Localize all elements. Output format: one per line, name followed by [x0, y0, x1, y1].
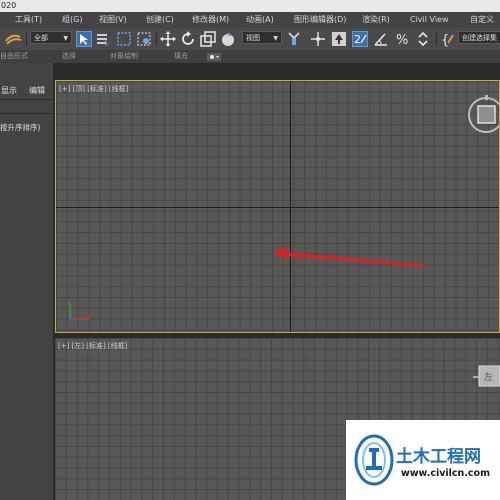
viewcube-left-icon[interactable]: 左 — [473, 364, 500, 390]
menu-modifiers[interactable]: 修改器(M) — [192, 12, 229, 28]
axis-tripod-icon: yx — [67, 300, 91, 321]
named-selection-set-value: 创建选择集 — [462, 34, 497, 42]
menu-bar: 工具(T) 组(G) 视图(V) 创建(C) 修改器(M) 动画(A) 图形编辑… — [0, 12, 500, 28]
select-object-icon[interactable] — [76, 31, 92, 47]
viewport-top[interactable]: [+] [顶] [标准] [线框] yx — [55, 80, 500, 333]
viewcube-left-label: 左 — [484, 371, 493, 383]
spinner-snap-icon[interactable] — [415, 31, 431, 47]
selection-filter-value: 全部 — [34, 34, 48, 42]
menu-civil-view[interactable]: Civil View — [410, 12, 449, 28]
window-crossing-icon[interactable] — [136, 31, 152, 47]
link-icon[interactable] — [4, 31, 24, 47]
panel-divider — [0, 113, 53, 114]
sort-column-header[interactable]: 按升序排序) — [0, 122, 40, 133]
ribbon-tab-selection[interactable]: 选择 — [62, 50, 76, 63]
title-bar: 020 — [0, 0, 500, 12]
angle-snap-icon[interactable] — [373, 31, 389, 47]
ribbon-toggle-icon[interactable] — [207, 53, 221, 61]
ribbon-tab-freeform[interactable]: 自由形式 — [0, 50, 28, 63]
grid-axis-vertical — [290, 81, 291, 332]
watermark: 土木工程网 www.civilcn.com — [346, 420, 500, 500]
watermark-url: www.civilcn.com — [401, 468, 490, 479]
snaps-toggle-icon[interactable]: 2 — [352, 31, 368, 47]
reference-coordinate-value: 视图 — [246, 34, 260, 42]
menu-tools[interactable]: 工具(T) — [15, 12, 42, 28]
select-manipulate-icon[interactable] — [310, 31, 326, 47]
annotation-arrow — [273, 246, 427, 267]
viewport-label-top[interactable]: [+] [顶] [标准] [线框] — [59, 84, 128, 94]
chevron-down-icon: ▼ — [273, 35, 278, 42]
keyboard-shortcut-override-icon[interactable] — [331, 31, 347, 47]
panel-divider — [0, 99, 53, 100]
window-title: 020 — [1, 1, 17, 10]
menu-animation[interactable]: 动画(A) — [246, 12, 274, 28]
edit-named-selection-icon[interactable]: { — [440, 31, 456, 47]
selection-filter-dropdown[interactable]: 全部 ▼ — [30, 31, 72, 44]
move-icon[interactable] — [160, 31, 176, 47]
scale-icon[interactable] — [200, 31, 216, 47]
named-selection-set-dropdown[interactable]: 创建选择集 — [458, 31, 500, 44]
grid-axis-horizontal — [56, 207, 499, 208]
percent-snap-icon[interactable]: % — [395, 31, 411, 47]
viewport-label-left[interactable]: [+] [左] [标准] [线框] — [58, 341, 127, 351]
viewcube-icon[interactable] — [466, 93, 500, 133]
svg-text:%: % — [396, 33, 408, 47]
select-by-name-icon[interactable] — [95, 31, 111, 47]
tab-edit[interactable]: 编辑 — [29, 85, 45, 96]
main-toolbar: 全部 ▼ 视图 ▼ 2 % {创建选择集 — [0, 28, 500, 50]
reference-coordinate-dropdown[interactable]: 视图 ▼ — [242, 31, 282, 44]
pivot-point-icon[interactable] — [286, 31, 302, 47]
menu-views[interactable]: 视图(V) — [99, 12, 127, 28]
ribbon-bar: 自由形式 选择 对象绘制 填充 — [0, 50, 500, 63]
menu-graph-editors[interactable]: 图形编辑器(D) — [294, 12, 346, 28]
rectangular-selection-icon[interactable] — [116, 31, 132, 47]
ribbon-tab-populate[interactable]: 填充 — [174, 50, 188, 63]
watermark-logo-icon — [354, 434, 394, 486]
menu-customize[interactable]: 自定义 — [470, 12, 494, 28]
tab-display[interactable]: 显示 — [1, 85, 17, 96]
chevron-down-icon: ▼ — [63, 35, 68, 42]
menu-group[interactable]: 组(G) — [62, 12, 82, 28]
menu-rendering[interactable]: 渲染(R) — [362, 12, 390, 28]
svg-text:{: { — [441, 33, 449, 47]
scene-explorer-panel: 显示 编辑 按升序排序) — [0, 63, 53, 500]
rotate-icon[interactable] — [180, 31, 196, 47]
watermark-title: 土木工程网 — [396, 447, 481, 467]
place-icon[interactable] — [220, 31, 236, 47]
menu-create[interactable]: 创建(C) — [146, 12, 174, 28]
ribbon-tab-object-paint[interactable]: 对象绘制 — [110, 50, 138, 63]
svg-text:x: x — [88, 313, 91, 319]
svg-text:y: y — [67, 300, 70, 306]
svg-text:2: 2 — [354, 33, 361, 46]
